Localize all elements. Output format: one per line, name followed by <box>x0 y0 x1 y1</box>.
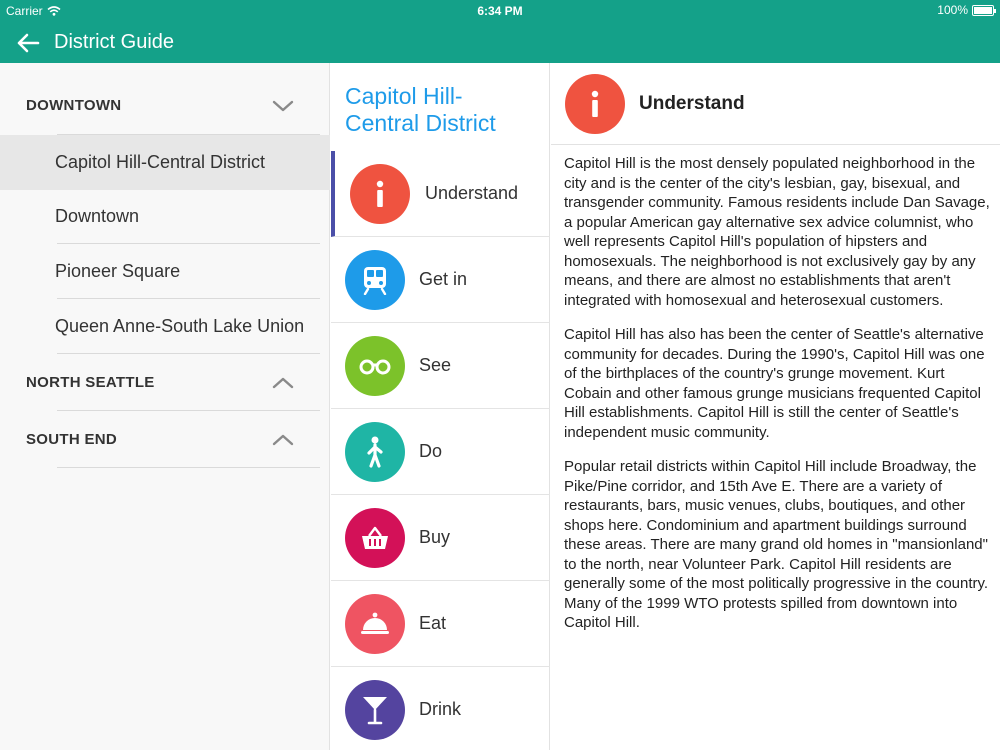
topic-icon-badge <box>345 335 405 396</box>
cocktail-glass-icon <box>363 696 387 724</box>
topic-item-eat[interactable]: Eat <box>331 581 550 667</box>
topic-item-drink[interactable]: Drink <box>331 667 550 750</box>
topic-label: Get in <box>419 269 468 289</box>
train-icon <box>363 266 387 295</box>
walking-person-icon <box>367 436 383 468</box>
topic-item-understand[interactable]: Understand <box>331 151 550 237</box>
district-item-downtown[interactable]: Downtown <box>0 189 330 244</box>
battery-indicator: 100% <box>937 3 996 17</box>
chevron-down-icon <box>272 100 294 111</box>
district-title: Capitol Hill- Central District <box>345 83 545 137</box>
info-icon <box>376 180 384 207</box>
district-label: Downtown <box>55 206 140 226</box>
status-bar: Carrier 6:34 PM 100% <box>0 0 1000 22</box>
district-title-line-1: Capitol Hill- <box>345 83 463 109</box>
section-header-south-end[interactable]: SOUTH END <box>0 411 330 468</box>
topic-icon-badge <box>345 507 405 568</box>
section-header-north-seattle[interactable]: NORTH SEATTLE <box>0 354 330 411</box>
district-item-pioneer-square[interactable]: Pioneer Square <box>0 244 330 299</box>
topic-label: Do <box>419 441 443 461</box>
page-title: District Guide <box>54 31 175 53</box>
district-label: Queen Anne-South Lake Union <box>55 316 305 336</box>
district-label: Pioneer Square <box>55 261 181 281</box>
section-label: NORTH SEATTLE <box>26 374 155 391</box>
battery-icon <box>972 4 996 16</box>
detail-header: Understand <box>551 63 1000 145</box>
basket-icon <box>362 526 388 549</box>
chevron-up-icon <box>272 434 294 445</box>
back-button[interactable] <box>8 22 48 63</box>
topic-item-see[interactable]: See <box>331 323 550 409</box>
topic-label: Buy <box>419 527 451 547</box>
topic-icon-badge <box>345 679 405 740</box>
district-item-queen-anne[interactable]: Queen Anne-South Lake Union <box>0 299 330 354</box>
topic-label: Drink <box>419 699 462 719</box>
districts-panel: DOWNTOWN Capitol Hill-Central District D… <box>0 63 330 750</box>
topic-label: See <box>419 355 452 375</box>
district-title-line-2: Central District <box>345 110 496 136</box>
topics-panel: Capitol Hill- Central District Understan… <box>331 63 550 750</box>
detail-paragraph: Popular retail districts within Capitol … <box>564 458 989 631</box>
topic-icon-badge <box>345 593 405 654</box>
binoculars-icon <box>359 359 391 374</box>
info-icon <box>591 90 599 117</box>
topic-label: Eat <box>419 613 447 633</box>
arrow-left-icon <box>17 33 40 52</box>
detail-panel: Understand Capitol Hill is the most dens… <box>551 63 1000 750</box>
chevron-up-icon <box>272 377 294 388</box>
topic-item-get-in[interactable]: Get in <box>331 237 550 323</box>
topic-label: Understand <box>425 183 519 203</box>
topic-icon-badge <box>345 421 405 482</box>
detail-paragraph: Capitol Hill is the most densely populat… <box>564 155 990 309</box>
topic-icon-badge <box>345 249 405 310</box>
detail-icon-badge <box>565 73 625 134</box>
detail-body: Capitol Hill is the most densely populat… <box>564 154 990 648</box>
battery-percent: 100% <box>937 3 968 17</box>
topic-icon-badge <box>350 163 410 224</box>
divider <box>57 467 320 468</box>
app-header: District Guide <box>0 22 1000 63</box>
section-label: DOWNTOWN <box>26 97 122 114</box>
detail-paragraph: Capitol Hill has also has been the cente… <box>564 326 985 441</box>
detail-title: Understand <box>639 92 745 114</box>
cloche-icon <box>361 612 389 634</box>
topic-item-do[interactable]: Do <box>331 409 550 495</box>
clock: 6:34 PM <box>477 4 523 18</box>
section-label: SOUTH END <box>26 431 118 448</box>
district-label: Capitol Hill-Central District <box>55 152 266 172</box>
district-item-capitol-hill[interactable]: Capitol Hill-Central District <box>0 135 330 190</box>
section-header-downtown[interactable]: DOWNTOWN <box>0 77 330 134</box>
topic-item-buy[interactable]: Buy <box>331 495 550 581</box>
